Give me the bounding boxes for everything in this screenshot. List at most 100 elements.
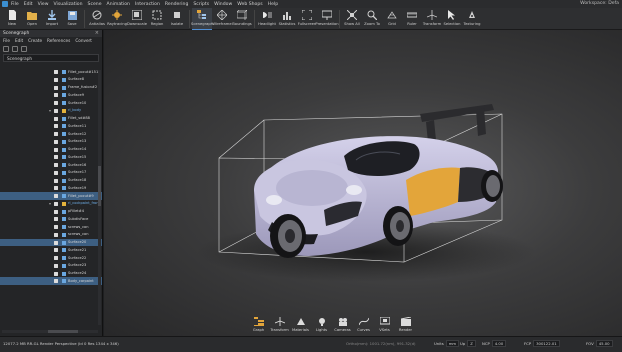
visibility-checkbox[interactable] <box>54 147 58 152</box>
menu-file[interactable]: File <box>11 2 19 7</box>
toolbar-isolate-button[interactable]: Isolate <box>167 8 187 30</box>
toolbar-statistics-button[interactable]: Statistics <box>277 8 297 30</box>
tree-node[interactable]: ▾ rl_body <box>0 107 102 115</box>
toolbar-show-all-button[interactable]: Show All <box>342 8 362 30</box>
visibility-checkbox[interactable] <box>54 186 58 191</box>
menu-view[interactable]: View <box>38 2 49 7</box>
visibility-checkbox[interactable] <box>54 248 58 253</box>
ncp-input[interactable]: 4.00 <box>491 340 507 347</box>
fov-input[interactable]: 45.00 <box>595 340 613 347</box>
tree-node[interactable]: Surface12 <box>0 130 102 138</box>
toolbar-scenegraph-button[interactable]: Scenegraph <box>191 8 213 30</box>
toolbar-save-button[interactable]: Save <box>62 8 82 30</box>
toolbar-import-button[interactable]: Import <box>42 8 62 30</box>
tree-node[interactable]: Surface14 <box>0 146 102 154</box>
tree-node[interactable]: ▾ rl_cockpaint_front <box>0 200 102 208</box>
tree-node[interactable]: Surface23 <box>0 262 102 270</box>
menu-scene[interactable]: Scene <box>88 2 102 7</box>
menu-scripts[interactable]: Scripts <box>193 2 209 7</box>
tree-node[interactable]: Surface13 <box>0 138 102 146</box>
toolbar-fullscreen-button[interactable]: Fullscreen <box>297 8 317 30</box>
tree-node[interactable]: Body_carpaint <box>0 277 102 285</box>
visibility-checkbox[interactable] <box>54 124 58 129</box>
tree-node[interactable]: Fillet_pocut#151 <box>0 68 102 76</box>
visibility-checkbox[interactable] <box>54 232 58 237</box>
visibility-checkbox[interactable] <box>54 201 58 206</box>
dock-lights-button[interactable]: Lights <box>311 314 332 336</box>
toolbar-ruler-button[interactable]: Ruler <box>402 8 422 30</box>
panel-menu-file[interactable]: File <box>3 38 10 43</box>
visibility-checkbox[interactable] <box>54 256 58 260</box>
tree-node[interactable]: pFillet#4 <box>0 208 102 216</box>
filter-icon[interactable] <box>21 45 27 52</box>
menu-interaction[interactable]: Interaction <box>135 2 160 7</box>
tree-node[interactable]: screws_con <box>0 231 102 239</box>
visibility-checkbox[interactable] <box>54 101 58 105</box>
visibility-checkbox[interactable] <box>54 225 58 229</box>
tree-node[interactable]: Surface19 <box>0 184 102 192</box>
visibility-checkbox[interactable] <box>54 209 58 214</box>
tree-node[interactable]: Surface22 <box>0 254 102 262</box>
toolbar-transform-button[interactable]: Transform <box>422 8 442 30</box>
visibility-checkbox[interactable] <box>54 178 58 183</box>
tree-node[interactable]: Surface18 <box>0 177 102 185</box>
panel-menu-edit[interactable]: Edit <box>15 38 23 43</box>
visibility-checkbox[interactable] <box>54 155 58 160</box>
toolbar-raytracing-button[interactable]: Raytracing <box>107 8 127 30</box>
tree-horizontal-scrollbar[interactable] <box>2 330 98 333</box>
tree-node[interactable]: Surface9 <box>0 91 102 99</box>
visibility-checkbox[interactable] <box>54 108 58 113</box>
toolbar-wireframe-button[interactable]: Wireframe <box>212 8 232 30</box>
menu-window[interactable]: Window <box>214 2 232 7</box>
tree-node[interactable]: Fillet_pocut#9 <box>0 192 102 200</box>
toolbar-presentation-button[interactable]: Presentation <box>315 8 339 30</box>
dock-cameras-button[interactable]: Cameras <box>332 314 353 336</box>
expand-icon[interactable] <box>3 45 9 52</box>
tree-node[interactable]: Surface11 <box>0 122 102 130</box>
toolbar-new-button[interactable]: New <box>2 8 22 30</box>
tree-node[interactable]: Frame_fusion#2 <box>0 84 102 92</box>
panel-menu-references[interactable]: References <box>47 38 70 43</box>
tree-node[interactable]: Surface16 <box>0 161 102 169</box>
visibility-checkbox[interactable] <box>54 77 58 82</box>
toolbar-texturing-button[interactable]: Texturing <box>462 8 482 30</box>
dock-curves-button[interactable]: Curves <box>353 314 374 336</box>
menu-animation[interactable]: Animation <box>107 2 130 7</box>
tree-node[interactable]: Surface8 <box>0 76 102 84</box>
panel-menu-convert[interactable]: Convert <box>75 38 92 43</box>
scrollbar-thumb[interactable] <box>98 166 101 206</box>
workspace-selector[interactable]: Workspace: Defa <box>580 1 619 6</box>
expand-arrow-icon[interactable]: ▾ <box>49 108 51 113</box>
scrollbar-thumb[interactable] <box>48 330 78 333</box>
toolbar-headlight-button[interactable]: Headlight <box>257 8 277 30</box>
tree-vertical-scrollbar[interactable] <box>98 70 101 325</box>
visibility-checkbox[interactable] <box>54 132 58 136</box>
visibility-checkbox[interactable] <box>54 70 58 74</box>
toolbar-downscale-button[interactable]: Downscale <box>127 8 147 30</box>
units-select[interactable]: mm <box>445 340 460 347</box>
toolbar-selection-button[interactable]: Selection <box>442 8 462 30</box>
tree-node[interactable]: Surface21 <box>0 246 102 254</box>
tree-node[interactable]: Surface24 <box>0 270 102 278</box>
dock-render-button[interactable]: Render <box>395 314 416 336</box>
visibility-checkbox[interactable] <box>54 139 58 144</box>
toolbar-region-button[interactable]: Region <box>147 8 167 30</box>
tree-node[interactable]: Surface10 <box>0 99 102 107</box>
menu-web-shops[interactable]: Web Shops <box>237 2 262 7</box>
visibility-checkbox[interactable] <box>54 170 58 175</box>
toolbar-boundings-button[interactable]: Boundings <box>232 8 252 30</box>
menu-rendering[interactable]: Rendering <box>165 2 188 7</box>
visibility-checkbox[interactable] <box>54 279 58 284</box>
toolbar-zoom-to-button[interactable]: Zoom To <box>362 8 382 30</box>
collapse-icon[interactable] <box>12 45 18 52</box>
visibility-checkbox[interactable] <box>54 194 58 198</box>
menu-edit[interactable]: Edit <box>24 2 33 7</box>
render-viewport[interactable] <box>104 30 622 336</box>
visibility-checkbox[interactable] <box>54 263 58 268</box>
tree-node[interactable]: Fillet_sd#88 <box>0 115 102 123</box>
car-model[interactable] <box>104 30 622 336</box>
close-icon[interactable]: × <box>95 30 99 36</box>
visibility-checkbox[interactable] <box>54 271 58 276</box>
tree-node[interactable]: screws_con <box>0 223 102 231</box>
tree-node[interactable]: Surface20 <box>0 238 102 247</box>
